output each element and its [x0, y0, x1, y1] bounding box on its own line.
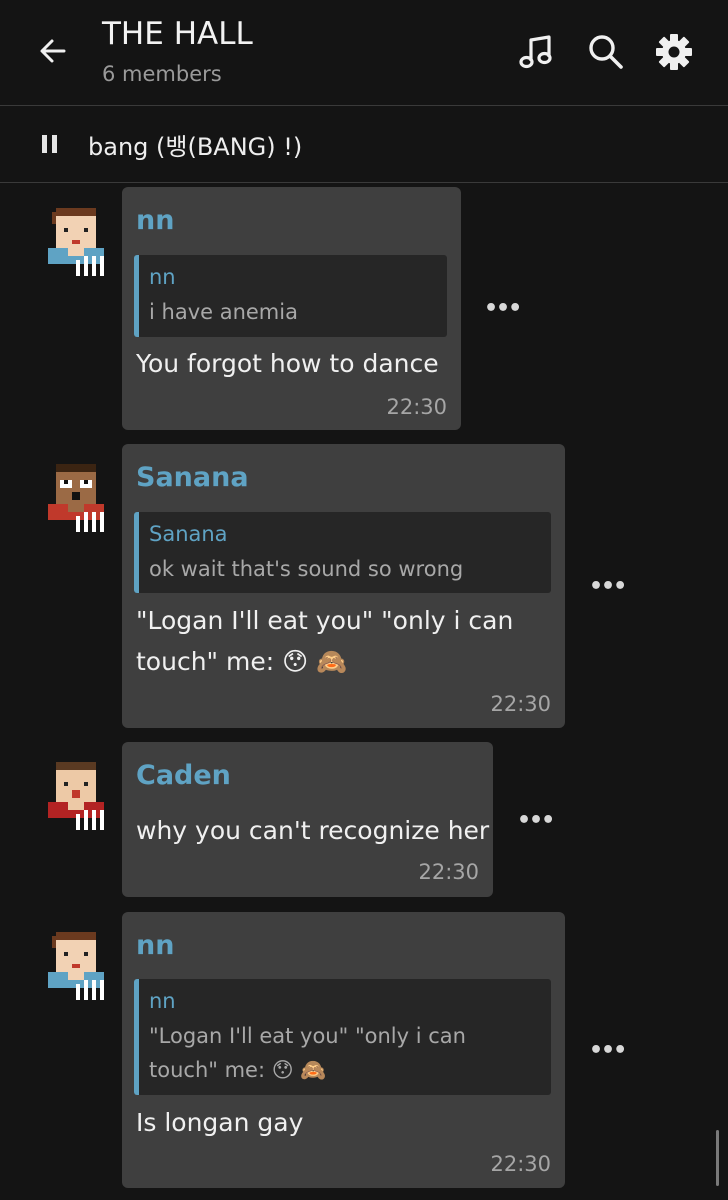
quote-text: ok wait that's sound so wrong: [149, 557, 464, 581]
message-text: why you can't recognize her: [136, 816, 490, 845]
message-text: Is longan gay: [136, 1108, 304, 1137]
scrollbar[interactable]: [716, 1130, 719, 1186]
message-bubble[interactable]: nn nn "Logan I'll eat you" "only i can t…: [122, 912, 565, 1188]
message-text: touch" me: 😯 🙈: [136, 647, 348, 676]
now-playing-bar[interactable]: bang (뱅(BANG) !): [0, 107, 728, 183]
avatar[interactable]: [44, 464, 112, 536]
message-time: 22:30: [490, 1152, 551, 1176]
quote-text: touch" me: 😯 🙈: [149, 1058, 327, 1082]
avatar[interactable]: [44, 208, 112, 280]
reply-quote[interactable]: nn i have anemia: [134, 255, 447, 337]
quote-text: i have anemia: [149, 300, 298, 324]
quote-text: "Logan I'll eat you" "only i can: [149, 1024, 466, 1048]
music-note-icon[interactable]: [516, 32, 556, 72]
pause-icon[interactable]: [42, 135, 58, 153]
more-options-icon[interactable]: •••: [517, 808, 555, 833]
message-bubble[interactable]: nn nn i have anemia You forgot how to da…: [122, 187, 461, 430]
more-options-icon[interactable]: •••: [484, 296, 522, 321]
back-arrow-icon[interactable]: [36, 34, 70, 68]
chat-header: THE HALL 6 members: [0, 0, 728, 106]
member-count: 6 members: [102, 62, 222, 86]
more-options-icon[interactable]: •••: [589, 574, 627, 599]
message-time: 22:30: [418, 860, 479, 884]
sender-name[interactable]: Sanana: [136, 462, 249, 493]
message-text: "Logan I'll eat you" "only i can: [136, 606, 514, 635]
reply-quote[interactable]: nn "Logan I'll eat you" "only i can touc…: [134, 979, 551, 1095]
reply-quote[interactable]: Sanana ok wait that's sound so wrong: [134, 512, 551, 593]
sender-name[interactable]: Caden: [136, 760, 231, 791]
search-icon[interactable]: [586, 32, 626, 72]
message-time: 22:30: [386, 395, 447, 419]
gear-icon[interactable]: [654, 32, 694, 72]
more-options-icon[interactable]: •••: [589, 1038, 627, 1063]
now-playing-track: bang (뱅(BANG) !): [88, 133, 303, 161]
avatar[interactable]: [44, 932, 112, 1004]
sender-name[interactable]: nn: [136, 930, 174, 961]
quote-sender: Sanana: [149, 522, 228, 546]
quote-sender: nn: [149, 989, 176, 1013]
chat-title[interactable]: THE HALL: [102, 16, 253, 52]
message-text: You forgot how to dance: [136, 349, 439, 378]
message-bubble[interactable]: Sanana Sanana ok wait that's sound so wr…: [122, 444, 565, 728]
message-bubble[interactable]: Caden why you can't recognize her 22:30: [122, 742, 493, 897]
avatar[interactable]: [44, 762, 112, 834]
quote-sender: nn: [149, 265, 176, 289]
message-time: 22:30: [490, 692, 551, 716]
sender-name[interactable]: nn: [136, 205, 174, 236]
